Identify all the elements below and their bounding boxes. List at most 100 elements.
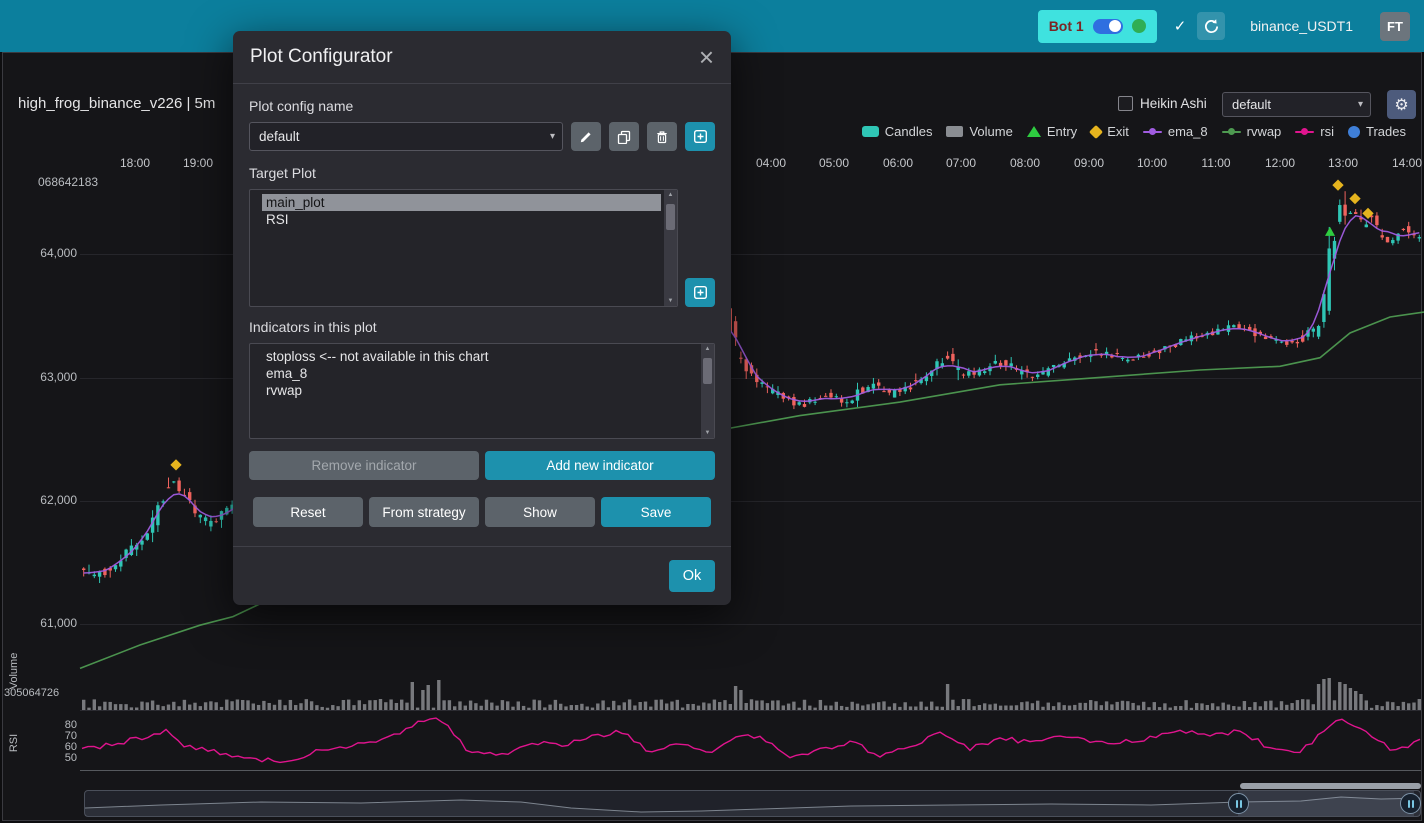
legend-item-exit[interactable]: Exit xyxy=(1091,124,1129,139)
target-plot-row: main_plotRSI ▲ ▼ xyxy=(249,189,715,307)
legend-label: rsi xyxy=(1320,124,1334,139)
axis-corner-label: 068642183 xyxy=(38,175,98,189)
legend-label: rvwap xyxy=(1247,124,1282,139)
remove-indicator-button[interactable]: Remove indicator xyxy=(249,451,479,480)
add-config-button[interactable] xyxy=(685,122,715,151)
indicator-option[interactable]: stoploss <-- not available in this chart xyxy=(262,348,698,365)
plot-config-select-value: default xyxy=(1232,97,1271,112)
close-icon[interactable]: × xyxy=(699,48,714,66)
modal-body: Plot config name default ▾ xyxy=(233,84,731,546)
plot-config-select[interactable]: default ▾ xyxy=(1222,92,1371,117)
x-axis-label: 10:00 xyxy=(1129,156,1175,170)
target-plot-listbox[interactable]: main_plotRSI ▲ ▼ xyxy=(249,189,678,307)
online-check-icon: ✓ xyxy=(1174,17,1187,35)
target-plot-label: Target Plot xyxy=(249,165,715,181)
legend-item-rsi[interactable]: rsi xyxy=(1295,124,1334,139)
modal-footer: Ok xyxy=(233,546,731,605)
edit-config-button[interactable] xyxy=(571,122,601,151)
ema_8-swatch-icon xyxy=(1143,126,1162,138)
bot-selector[interactable]: Bot 1 xyxy=(1038,10,1157,43)
delete-config-button[interactable] xyxy=(647,122,677,151)
chart-navigator[interactable] xyxy=(84,790,1421,817)
horizontal-scrollbar[interactable] xyxy=(1240,783,1421,789)
plus-square-icon xyxy=(693,129,708,144)
add-plot-button[interactable] xyxy=(685,278,715,307)
plus-square-icon xyxy=(693,285,708,300)
plot-settings-button[interactable]: ⚙ xyxy=(1387,90,1416,119)
volume-swatch-icon xyxy=(946,126,963,137)
indicator-option[interactable]: ema_8 xyxy=(262,365,698,382)
plot-configurator-modal: Plot Configurator × Plot config name def… xyxy=(233,31,731,605)
config-actions-row: Reset From strategy Show Save xyxy=(249,497,715,527)
pencil-icon xyxy=(579,130,593,144)
indicator-option[interactable]: rvwap xyxy=(262,382,698,399)
bot-label: Bot 1 xyxy=(1049,18,1084,34)
chart-legend: Candles Volume Entry Exit ema_8 rvwap rsi Trade… xyxy=(862,124,1406,139)
reset-button[interactable]: Reset xyxy=(253,497,363,527)
save-button[interactable]: Save xyxy=(601,497,711,527)
indicators-label: Indicators in this plot xyxy=(249,319,715,335)
x-axis-label: 06:00 xyxy=(875,156,921,170)
freqtrade-logo[interactable]: FT xyxy=(1380,12,1410,41)
legend-item-volume[interactable]: Volume xyxy=(946,124,1012,139)
scroll-up-icon[interactable]: ▲ xyxy=(664,192,677,198)
scrollbar-thumb[interactable] xyxy=(666,204,675,230)
x-axis-label: 07:00 xyxy=(938,156,984,170)
x-axis-label: 09:00 xyxy=(1066,156,1112,170)
x-axis-label: 13:00 xyxy=(1320,156,1366,170)
ok-button[interactable]: Ok xyxy=(669,560,715,592)
heikin-ashi-label: Heikin Ashi xyxy=(1140,96,1207,111)
modal-title: Plot Configurator xyxy=(250,46,393,68)
indicators-listbox[interactable]: stoploss <-- not available in this chart… xyxy=(249,343,715,439)
refresh-button[interactable] xyxy=(1197,12,1225,40)
legend-item-candles[interactable]: Candles xyxy=(862,124,933,139)
x-axis-label: 04:00 xyxy=(748,156,794,170)
rsi-swatch-icon xyxy=(1295,126,1314,138)
chevron-down-icon: ▾ xyxy=(1358,99,1363,110)
legend-item-entry[interactable]: Entry xyxy=(1027,124,1077,139)
x-axis-label: 11:00 xyxy=(1193,156,1239,170)
candles-swatch-icon xyxy=(862,126,879,137)
trades-swatch-icon xyxy=(1348,126,1360,138)
legend-label: Volume xyxy=(969,124,1012,139)
scroll-down-icon[interactable]: ▼ xyxy=(664,298,677,304)
rsi-axis-label: 50 xyxy=(33,752,77,764)
legend-item-rvwap[interactable]: rvwap xyxy=(1222,124,1282,139)
bot-toggle[interactable] xyxy=(1093,19,1123,34)
volume-axis-title: Volume xyxy=(8,641,20,701)
scroll-up-icon[interactable]: ▲ xyxy=(701,346,714,352)
rvwap-swatch-icon xyxy=(1222,126,1241,138)
y-axis-label: 63,000 xyxy=(5,370,77,384)
add-new-indicator-button[interactable]: Add new indicator xyxy=(485,451,715,480)
heikin-ashi-control[interactable]: Heikin Ashi xyxy=(1118,96,1207,111)
plot-config-name-label: Plot config name xyxy=(249,98,715,114)
scrollbar-thumb[interactable] xyxy=(703,358,712,384)
listbox-scrollbar[interactable]: ▲ ▼ xyxy=(701,344,714,438)
navigator-handle-right[interactable] xyxy=(1400,793,1421,814)
duplicate-config-button[interactable] xyxy=(609,122,639,151)
config-name-select[interactable]: default ▾ xyxy=(249,122,563,151)
listbox-scrollbar[interactable]: ▲ ▼ xyxy=(664,190,677,306)
x-axis-label: 12:00 xyxy=(1257,156,1303,170)
x-axis-label: 08:00 xyxy=(1002,156,1048,170)
gear-icon: ⚙ xyxy=(1394,95,1408,115)
target-plot-actions xyxy=(685,189,715,307)
refresh-icon xyxy=(1203,18,1220,35)
heikin-ashi-checkbox[interactable] xyxy=(1118,96,1133,111)
bot-status-dot xyxy=(1132,19,1146,33)
rsi-axis-title: RSI xyxy=(8,713,20,773)
target-plot-option[interactable]: main_plot xyxy=(262,194,661,211)
x-axis-label: 19:00 xyxy=(175,156,221,170)
copy-icon xyxy=(617,130,631,144)
chart-title: high_frog_binance_v226 | 5m xyxy=(18,95,215,112)
show-button[interactable]: Show xyxy=(485,497,595,527)
scroll-down-icon[interactable]: ▼ xyxy=(701,430,714,436)
legend-item-trades[interactable]: Trades xyxy=(1348,124,1406,139)
from-strategy-button[interactable]: From strategy xyxy=(369,497,479,527)
target-plot-option[interactable]: RSI xyxy=(262,211,661,228)
y-axis-label: 62,000 xyxy=(5,493,77,507)
navigator-handle-left[interactable] xyxy=(1228,793,1249,814)
navigator-selected-range[interactable] xyxy=(1238,791,1414,816)
config-name-value: default xyxy=(259,129,300,144)
legend-item-ema_8[interactable]: ema_8 xyxy=(1143,124,1208,139)
